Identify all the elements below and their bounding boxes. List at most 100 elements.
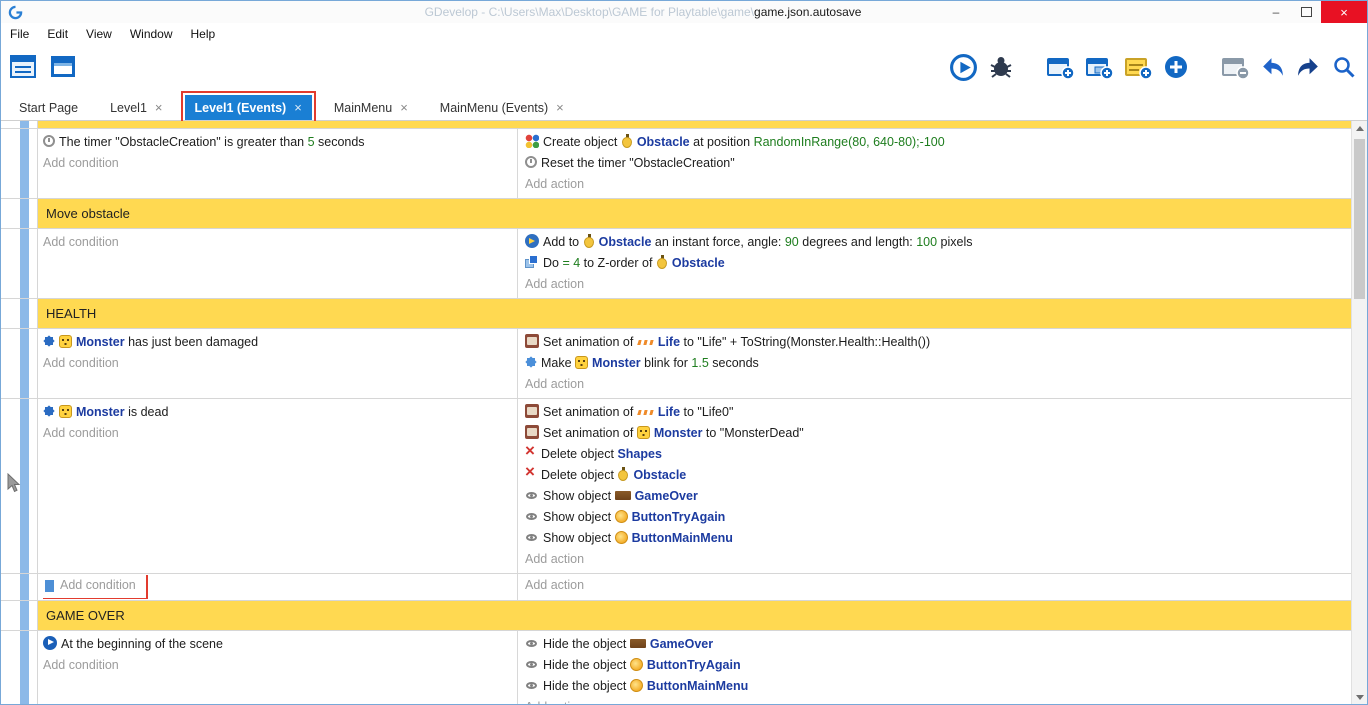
button-icon: [615, 531, 628, 544]
action-line[interactable]: Set animation of Monster to "MonsterDead…: [525, 423, 1351, 444]
action-line[interactable]: Delete object Shapes: [525, 444, 1351, 465]
add-condition-button[interactable]: Add condition: [43, 423, 517, 444]
menu-window[interactable]: Window: [121, 27, 182, 41]
action-line[interactable]: Hide the object ButtonTryAgain: [525, 655, 1351, 676]
minimize-button[interactable]: –: [1261, 1, 1291, 23]
add-subevent-button[interactable]: [1084, 53, 1114, 81]
text-run: Monster: [592, 356, 641, 370]
event-selector-bar[interactable]: [20, 199, 29, 228]
action-line[interactable]: Do = 4 to Z-order of Obstacle: [525, 253, 1351, 274]
scrollbar-down-icon[interactable]: [1352, 690, 1367, 705]
start-page-button[interactable]: [49, 53, 79, 81]
tab-close-icon[interactable]: ×: [400, 100, 408, 115]
add-condition-button[interactable]: Add condition: [43, 655, 517, 676]
comment-cell[interactable]: Move obstacle: [37, 199, 1351, 228]
search-button[interactable]: [1331, 54, 1357, 80]
add-action-button[interactable]: Add action: [525, 575, 1351, 596]
action-line[interactable]: Delete object Obstacle: [525, 465, 1351, 486]
drag-handle-icon[interactable]: [45, 580, 54, 592]
action-line[interactable]: Hide the object GameOver: [525, 634, 1351, 655]
preview-play-button[interactable]: [949, 53, 978, 82]
tab-start-page[interactable]: Start Page: [9, 95, 88, 120]
animation-icon: [525, 404, 539, 418]
menu-help[interactable]: Help: [182, 27, 225, 41]
conditions-cell: The timer "ObstacleCreation" is greater …: [38, 129, 518, 198]
action-line[interactable]: Create object Obstacle at position Rando…: [525, 132, 1351, 153]
comment-cell[interactable]: GAME OVER: [37, 601, 1351, 630]
action-line[interactable]: Set animation of Life to "Life0": [525, 402, 1351, 423]
text-run: Make: [541, 356, 575, 370]
event-row: The timer "ObstacleCreation" is greater …: [1, 129, 1351, 199]
tab-close-icon[interactable]: ×: [556, 100, 564, 115]
action-line[interactable]: Hide the object ButtonMainMenu: [525, 676, 1351, 697]
text-run: to Z-order of: [580, 256, 656, 270]
add-action-button[interactable]: Add action: [525, 274, 1351, 295]
condition-line[interactable]: At the beginning of the scene: [43, 634, 517, 655]
action-line[interactable]: Show object ButtonMainMenu: [525, 528, 1351, 549]
menu-edit[interactable]: Edit: [38, 27, 77, 41]
action-line[interactable]: Show object ButtonTryAgain: [525, 507, 1351, 528]
condition-line[interactable]: Monster has just been damaged: [43, 332, 517, 353]
add-action-button[interactable]: Add action: [525, 697, 1351, 705]
event-selector-bar[interactable]: [20, 601, 29, 630]
remove-event-button[interactable]: [1220, 53, 1250, 81]
action-line[interactable]: Reset the timer "ObstacleCreation": [525, 153, 1351, 174]
tab-mainmenu-events[interactable]: MainMenu (Events) ×: [430, 95, 574, 120]
redo-button[interactable]: [1295, 54, 1322, 81]
tab-close-icon[interactable]: ×: [155, 100, 163, 115]
event-selector-bar[interactable]: [20, 574, 29, 600]
add-comment-button[interactable]: [1123, 53, 1153, 81]
visibility-icon: [525, 658, 539, 671]
text-run: Set animation of: [543, 426, 637, 440]
event-selector-bar[interactable]: [20, 121, 29, 128]
action-line[interactable]: Make Monster blink for 1.5 seconds: [525, 353, 1351, 374]
event-selector-bar[interactable]: [20, 129, 29, 198]
event-row: At the beginning of the sceneAdd conditi…: [1, 631, 1351, 705]
add-action-button[interactable]: Add action: [525, 174, 1351, 195]
action-line[interactable]: Show object GameOver: [525, 486, 1351, 507]
vertical-scrollbar[interactable]: [1351, 121, 1367, 705]
scrollbar-thumb[interactable]: [1354, 139, 1365, 299]
condition-line[interactable]: The timer "ObstacleCreation" is greater …: [43, 132, 517, 153]
tab-level1[interactable]: Level1 ×: [100, 95, 172, 120]
text-run: Set animation of: [543, 405, 637, 419]
tab-mainmenu[interactable]: MainMenu ×: [324, 95, 418, 120]
add-action-button[interactable]: Add action: [525, 374, 1351, 395]
text-run: to "MonsterDead": [702, 426, 803, 440]
comment-cell[interactable]: [37, 121, 1351, 128]
add-condition-button[interactable]: Add condition: [43, 232, 517, 253]
add-action-button[interactable]: Add action: [525, 549, 1351, 570]
text-run: Obstacle: [672, 256, 725, 270]
add-subevent-icon: [1084, 53, 1114, 81]
add-condition-button[interactable]: Add condition: [43, 575, 517, 599]
event-selector-bar[interactable]: [20, 329, 29, 398]
add-more-button[interactable]: [1162, 53, 1190, 81]
event-selector-bar[interactable]: [20, 229, 29, 298]
event-selector-bar[interactable]: [20, 631, 29, 705]
undo-button[interactable]: [1259, 54, 1286, 81]
text-run: Obstacle: [637, 135, 690, 149]
add-condition-button[interactable]: Add condition: [43, 353, 517, 374]
debugger-button[interactable]: [987, 53, 1015, 81]
event-gutter: [1, 299, 37, 328]
comment-cell[interactable]: HEALTH: [37, 299, 1351, 328]
add-condition-button[interactable]: Add condition: [43, 153, 517, 174]
scrollbar-up-icon[interactable]: [1352, 121, 1367, 136]
action-line[interactable]: Set animation of Life to "Life" + ToStri…: [525, 332, 1351, 353]
close-button[interactable]: ×: [1321, 1, 1367, 23]
action-line[interactable]: Add to Obstacle an instant force, angle:…: [525, 232, 1351, 253]
actions-cell: Create object Obstacle at position Rando…: [518, 129, 1351, 198]
text-run: blink for: [641, 356, 692, 370]
conditions-cell: Monster is deadAdd condition: [38, 399, 518, 573]
add-event-button[interactable]: [1045, 53, 1075, 81]
tab-close-icon[interactable]: ×: [294, 100, 302, 115]
menu-view[interactable]: View: [77, 27, 121, 41]
event-selector-bar[interactable]: [20, 399, 29, 573]
projects-manager-button[interactable]: [9, 53, 39, 81]
button-icon: [630, 679, 643, 692]
menu-file[interactable]: File: [1, 27, 38, 41]
event-selector-bar[interactable]: [20, 299, 29, 328]
tab-level1-events[interactable]: Level1 (Events) ×: [185, 95, 312, 120]
maximize-button[interactable]: [1291, 1, 1321, 23]
condition-line[interactable]: Monster is dead: [43, 402, 517, 423]
